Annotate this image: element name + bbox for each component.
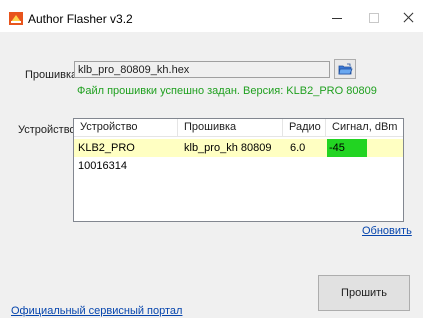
device-list[interactable]: Устройство Прошивка Радио Сигнал, dBm KL… [73, 118, 404, 222]
column-header-device[interactable]: Устройство [74, 119, 178, 136]
column-header-radio[interactable]: Радио [283, 119, 326, 136]
flash-button[interactable]: Прошить [318, 275, 410, 311]
device-row[interactable]: KLB2_PRO 10016314 klb_pro_kh 80809 6.0 -… [74, 139, 403, 172]
firmware-status-text: Файл прошивки успешно задан. Версия: KLB… [77, 85, 377, 97]
window-title: Author Flasher v3.2 [28, 12, 133, 26]
refresh-link[interactable]: Обновить [362, 225, 412, 237]
signal-cell: -45 [327, 139, 367, 157]
device-label: Устройство: [18, 124, 79, 136]
app-icon [9, 12, 23, 25]
firmware-file-field[interactable] [74, 61, 330, 78]
firmware-cell: klb_pro_kh 80809 [184, 142, 272, 154]
column-header-firmware[interactable]: Прошивка [178, 119, 283, 136]
title-bar: Author Flasher v3.2 [0, 0, 423, 32]
close-icon[interactable] [401, 11, 415, 25]
column-header-signal[interactable]: Сигнал, dBm [326, 119, 403, 136]
firmware-label: Прошивка: [25, 69, 81, 81]
minimize-icon[interactable] [330, 11, 344, 25]
browse-firmware-button[interactable] [334, 59, 356, 79]
open-folder-icon [338, 63, 353, 75]
main-panel: Прошивка: Файл прошивки успешно задан. В… [0, 32, 423, 318]
device-cell: KLB2_PRO 10016314 [78, 142, 135, 172]
radio-cell: 6.0 [290, 142, 306, 154]
device-list-header: Устройство Прошивка Радио Сигнал, dBm [74, 119, 403, 137]
maximize-icon[interactable] [367, 11, 381, 25]
service-portal-link[interactable]: Официальный сервисный портал [11, 305, 182, 317]
